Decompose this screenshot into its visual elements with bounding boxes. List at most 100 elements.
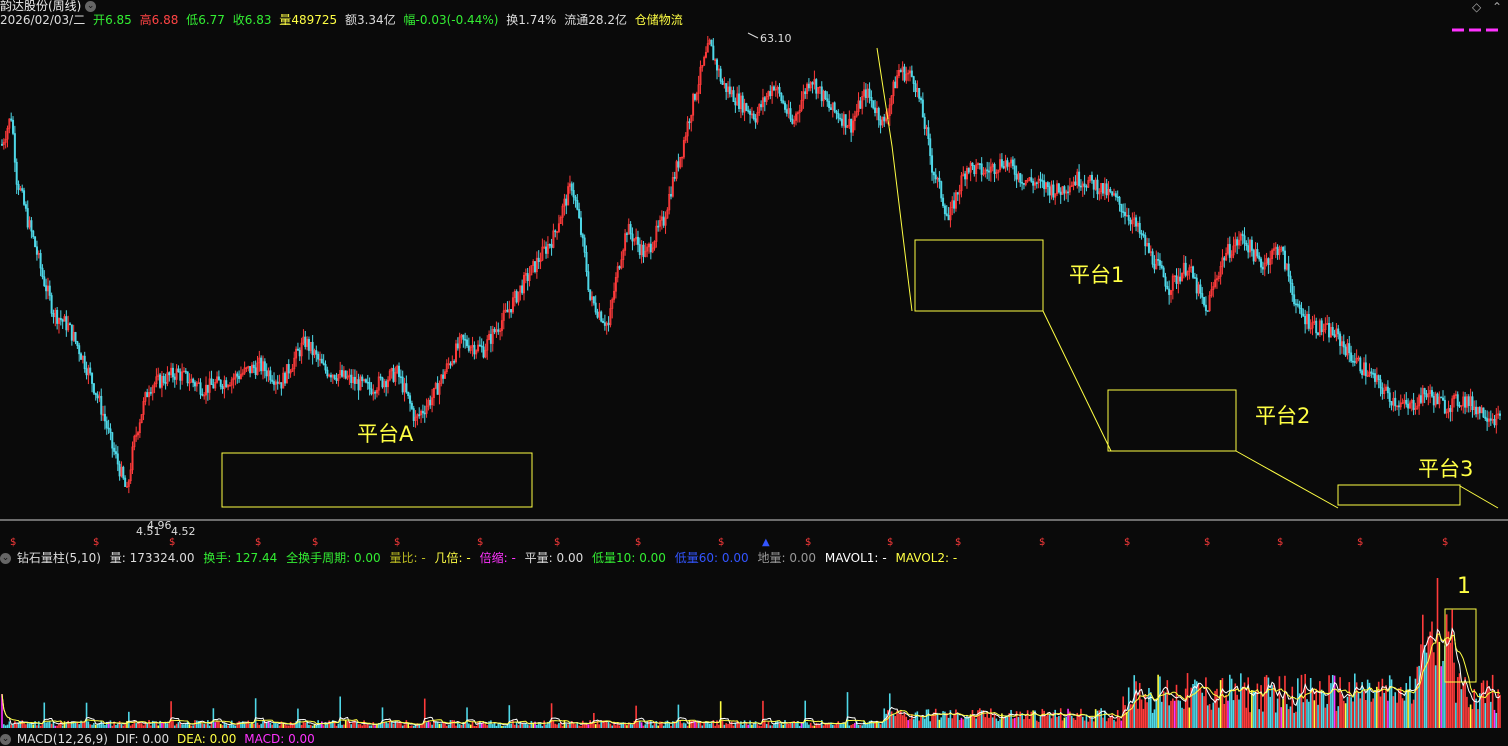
macd-name[interactable]: MACD(12,26,9): [17, 732, 108, 746]
diamond-icon[interactable]: ◇: [1472, 0, 1481, 14]
candle-body: [1377, 375, 1380, 380]
candle-body: [1118, 196, 1121, 205]
volume-bar: [653, 722, 656, 728]
candle-body: [807, 83, 810, 89]
volume-bar: [319, 724, 321, 728]
volume-bar: [1037, 721, 1040, 728]
volume-bar: [411, 725, 413, 728]
volume-bar: [133, 720, 136, 728]
indicator-chevron-icon[interactable]: ⌄: [0, 553, 11, 564]
candle-body: [45, 285, 48, 292]
sector-value[interactable]: 仓储物流: [635, 13, 683, 27]
volume-bar: [1074, 719, 1077, 728]
candle-body: [1124, 212, 1127, 217]
volume-bar: [837, 721, 840, 728]
candle-body: [1052, 184, 1055, 198]
candle-body: [164, 382, 167, 384]
candle-body: [436, 383, 439, 395]
volume-bar: [990, 708, 992, 728]
candle-body: [1175, 275, 1178, 284]
volume-bar: [968, 717, 970, 728]
candle-body: [839, 117, 842, 120]
signal-marker: $: [169, 537, 175, 548]
candle-body: [870, 97, 873, 101]
price-chart[interactable]: 平台A 平台1 平台2 平台3 63.10 4.51 4.96 4.52 $ $ $…: [0, 26, 1508, 548]
date-value: 2026/02/03/二: [0, 13, 86, 27]
signal-marker: $: [10, 537, 16, 548]
volume-bar: [565, 723, 568, 728]
candle-body: [938, 177, 941, 182]
candle-body: [1223, 257, 1226, 261]
volume-bar: [795, 722, 797, 728]
volume-bar: [1414, 678, 1417, 728]
candle-body: [1302, 313, 1305, 317]
candle-body: [515, 291, 518, 303]
signal-marker: $: [805, 537, 811, 548]
candle-body: [330, 374, 333, 378]
candle-body: [32, 230, 35, 238]
volume-bar: [1284, 675, 1286, 728]
volume-bar: [407, 723, 410, 728]
volume-bar: [337, 723, 340, 728]
candle-body: [1114, 193, 1117, 197]
indicator-name[interactable]: 钻石量柱(5,10): [17, 551, 101, 565]
candle-body: [1370, 371, 1373, 374]
candle-body: [162, 376, 165, 383]
candle-body: [59, 317, 62, 321]
volume-bar: [1458, 673, 1461, 728]
volume-bar: [4, 725, 7, 728]
volume-bar: [1048, 713, 1051, 728]
candle-body: [225, 380, 228, 388]
candle-body: [1120, 204, 1123, 212]
volume-bar: [350, 724, 353, 728]
candle-body: [811, 82, 814, 85]
volume-bar: [1331, 675, 1334, 728]
volume-bar: [859, 724, 862, 728]
volume-bar: [490, 720, 492, 728]
volume-bar: [234, 725, 237, 728]
volume-bar: [1280, 707, 1283, 728]
lb-label: 量比:: [389, 551, 418, 565]
candle-body: [754, 118, 757, 123]
volume-bar: [927, 709, 930, 728]
volume-bar: [335, 725, 338, 728]
candle-body: [35, 246, 38, 255]
signal-marker: $: [718, 537, 724, 548]
candle-body: [405, 383, 408, 393]
candle-body: [572, 190, 575, 198]
candle-body: [931, 155, 934, 173]
high-field: 高6.88: [140, 13, 179, 27]
volume-bar: [1254, 691, 1257, 728]
volume-bar: [1061, 720, 1064, 728]
volume-bar: [523, 723, 525, 728]
volume-bar: [857, 724, 860, 728]
volume-bar: [120, 723, 123, 728]
volume-bar: [1184, 688, 1187, 728]
volume-bar: [576, 722, 579, 728]
volume-chart[interactable]: 1: [0, 565, 1508, 731]
volume-bar: [791, 722, 794, 728]
volume-bar: [758, 725, 761, 728]
candle-body: [1276, 246, 1279, 256]
volume-bar: [135, 723, 137, 728]
chevron-up-icon[interactable]: ⌃: [1492, 0, 1502, 14]
volume-bar: [714, 725, 716, 728]
candle-body: [804, 91, 807, 95]
candle-body: [186, 371, 189, 384]
candle-body: [124, 477, 127, 487]
volume-bar: [1313, 700, 1316, 728]
volume-bar: [192, 725, 194, 728]
volume-bar: [640, 722, 643, 728]
volume-bar: [530, 721, 533, 728]
volume-bar: [104, 724, 106, 728]
vol-label: 量:: [109, 551, 126, 565]
candle-body: [379, 376, 382, 379]
candle-body: [1289, 275, 1292, 284]
volume-bar: [1289, 706, 1292, 728]
candle-body: [249, 366, 252, 374]
macd-chevron-icon[interactable]: ⌄: [0, 734, 11, 745]
lb-field: 量比: -: [389, 551, 425, 565]
candle-body: [1111, 191, 1114, 196]
volume-bar: [1499, 694, 1501, 728]
volume-bar: [1109, 716, 1112, 728]
